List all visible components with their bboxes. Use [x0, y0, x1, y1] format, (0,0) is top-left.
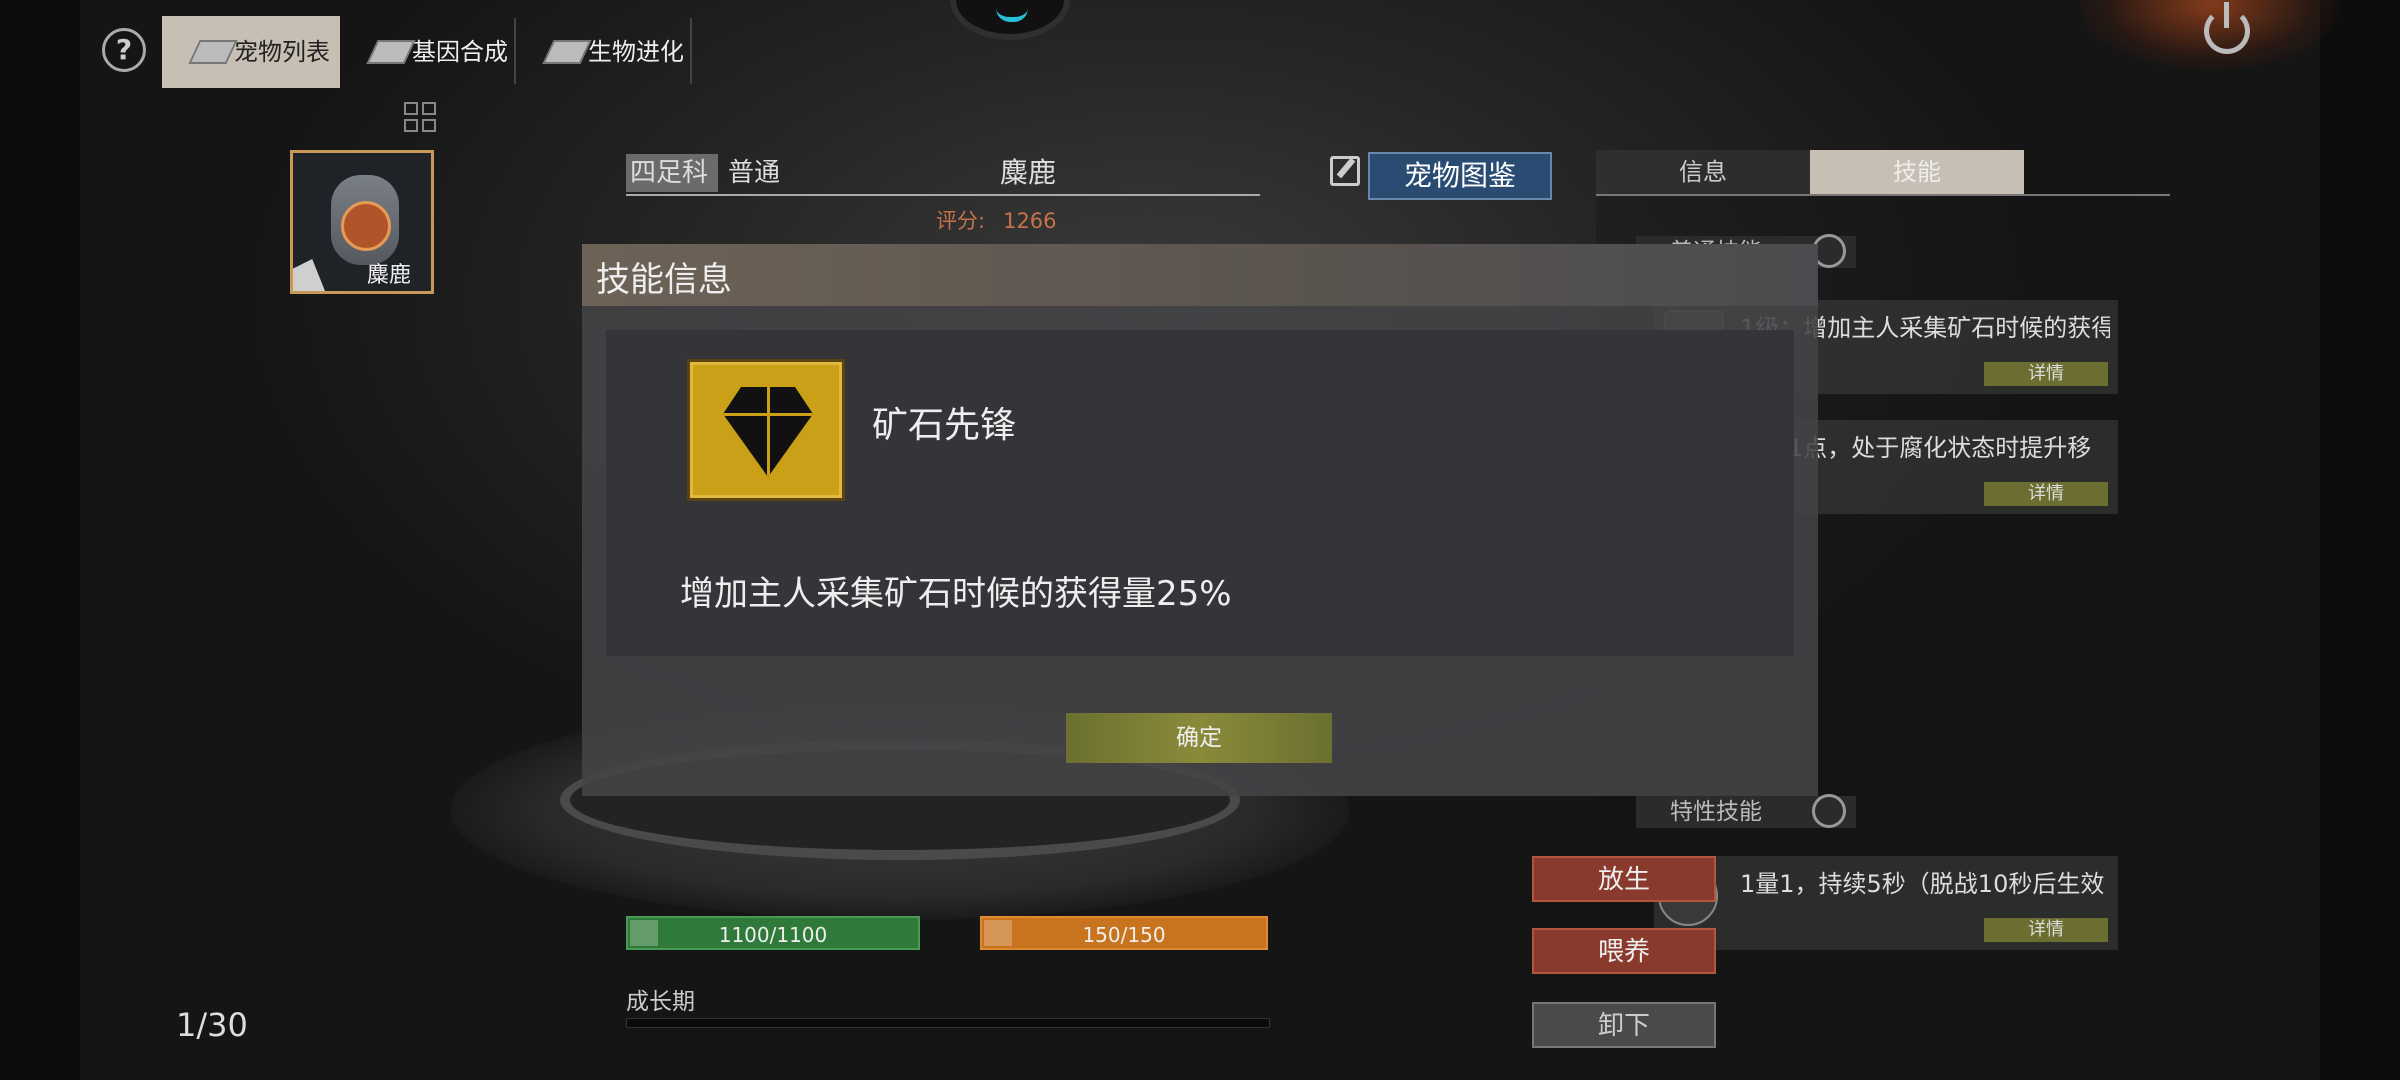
skill-name: 矿石先锋: [872, 405, 1017, 446]
background-wall-left: [0, 0, 80, 1080]
gem-shape: [723, 387, 813, 477]
trait-skill-icon: [1812, 794, 1846, 828]
tab-pet-list-label: 宠物列表: [234, 38, 330, 66]
trait-skill-detail-button[interactable]: 详情: [1984, 918, 2108, 942]
tab-gene-synthesis[interactable]: 基因合成: [340, 16, 516, 88]
skill-description: 增加主人采集矿石时候的获得量25%: [680, 574, 1232, 614]
skill-detail-button[interactable]: 详情: [1984, 482, 2108, 506]
pet-atlas-button[interactable]: 宠物图鉴: [1368, 152, 1552, 200]
pet-rarity: 普通: [728, 158, 781, 188]
skill-detail-button[interactable]: 详情: [1984, 362, 2108, 386]
stomach-icon: [984, 920, 1012, 946]
pet-card[interactable]: 麋鹿: [290, 150, 434, 294]
heart-icon: [630, 920, 658, 946]
trait-skill-item[interactable]: 1量1，持续5秒（脱战10秒后生效 详情: [1654, 856, 2118, 950]
release-button[interactable]: 放生: [1532, 856, 1716, 902]
trait-skill-desc: 1量1，持续5秒（脱战10秒后生效: [1740, 870, 2105, 898]
ore-crystal-icon: [690, 362, 842, 498]
growth-bar: [626, 1018, 1270, 1028]
tab-evolution-label: 生物进化: [588, 38, 684, 66]
modal-header: [582, 244, 1818, 306]
score-value: 1266: [1003, 209, 1057, 233]
power-icon-bar: [2224, 2, 2229, 28]
right-tab-divider: [1596, 194, 2170, 196]
background-wall-right: [2320, 0, 2400, 1080]
confirm-button[interactable]: 确定: [1066, 713, 1332, 763]
pet-name: 麋鹿: [1000, 156, 1057, 189]
grid-view-icon[interactable]: [404, 102, 438, 134]
pet-card-name: 麋鹿: [366, 263, 411, 288]
tab-skills[interactable]: 技能: [1810, 150, 2024, 194]
tab-evolution[interactable]: 生物进化: [516, 16, 692, 88]
hp-value: 1100/1100: [718, 923, 828, 947]
evolution-icon: [542, 40, 592, 64]
hp-bar: 1100/1100: [626, 916, 920, 950]
tab-gene-synthesis-label: 基因合成: [412, 38, 508, 66]
header-divider: [626, 194, 1260, 196]
feed-button[interactable]: 喂养: [1532, 928, 1716, 974]
hunger-bar: 150/150: [980, 916, 1268, 950]
unload-button[interactable]: 卸下: [1532, 1002, 1716, 1048]
pet-family: 四足科: [626, 154, 718, 192]
pet-score: 评分: 1266: [936, 205, 1057, 235]
score-label: 评分:: [936, 209, 986, 233]
tab-pet-list[interactable]: 宠物列表: [162, 16, 340, 88]
tab-info[interactable]: 信息: [1596, 150, 1810, 194]
hunger-value: 150/150: [1082, 923, 1166, 947]
pet-list-icon: [188, 40, 238, 64]
modal-title: 技能信息: [596, 260, 732, 300]
help-button[interactable]: ?: [102, 28, 146, 72]
page-count: 1/30: [176, 1006, 248, 1044]
tab-divider: [690, 18, 692, 84]
growth-label: 成长期: [626, 989, 695, 1015]
edit-icon[interactable]: [1330, 156, 1360, 186]
gene-synthesis-icon: [366, 40, 416, 64]
pet-portrait: [341, 201, 391, 251]
